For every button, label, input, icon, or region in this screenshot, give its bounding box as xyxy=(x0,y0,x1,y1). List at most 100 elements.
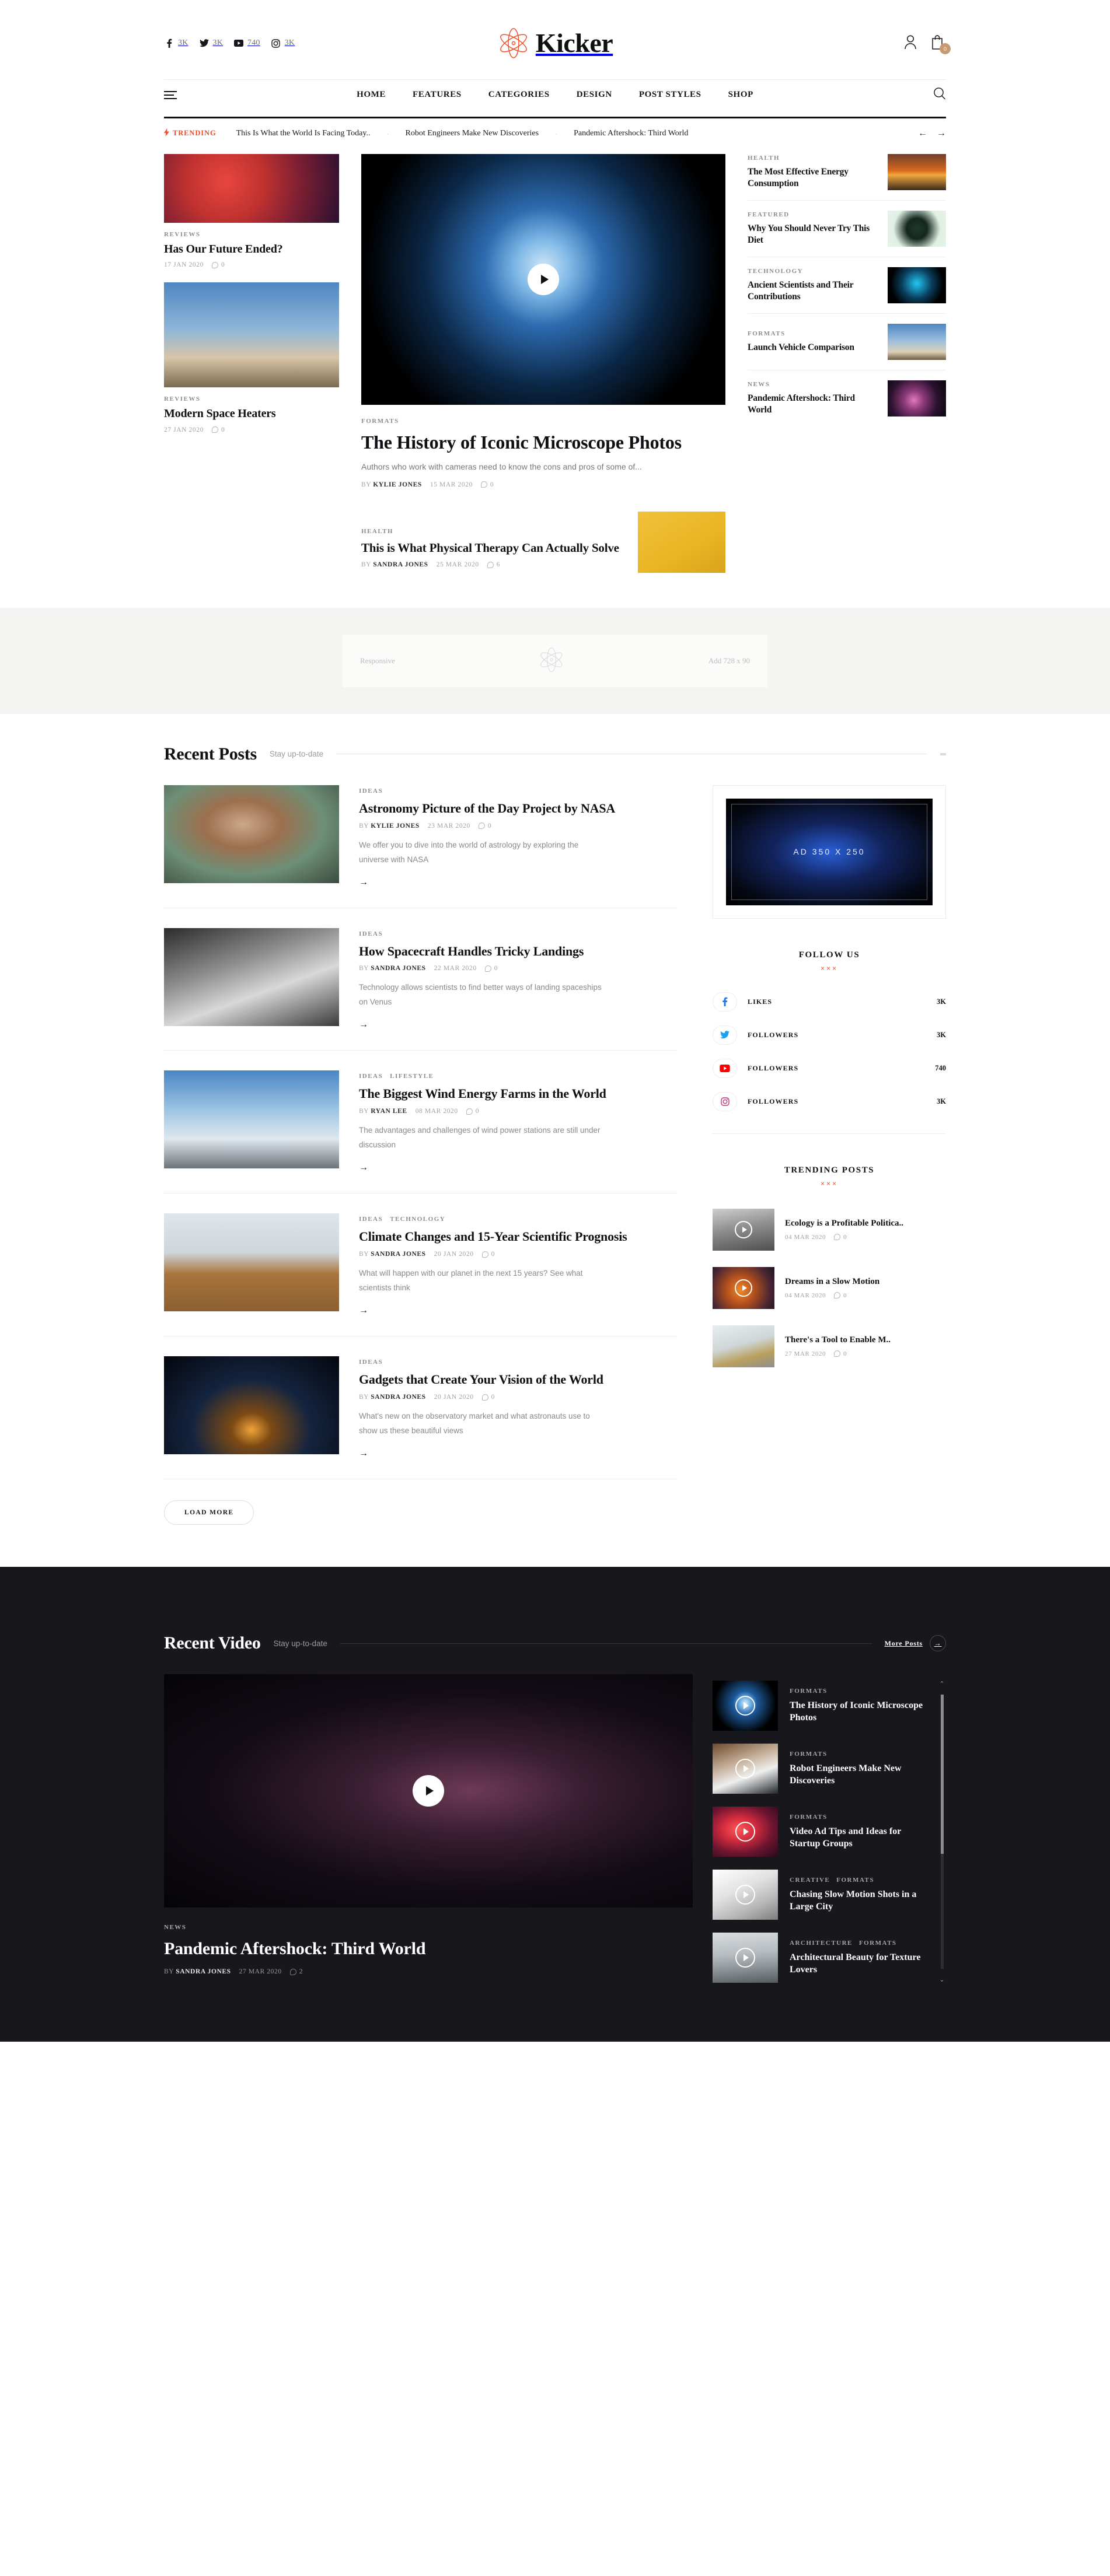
list-item[interactable]: CREATIVE FORMATS Chasing Slow Motion Shot… xyxy=(713,1863,933,1926)
category-label[interactable]: REVIEWS xyxy=(164,231,339,238)
nav-item-home[interactable]: HOME xyxy=(357,90,386,100)
category-label[interactable]: NEWS xyxy=(748,381,878,388)
social-youtube[interactable]: 740 xyxy=(233,38,260,48)
featured-video-card[interactable]: NEWS Pandemic Aftershock: Third World BY… xyxy=(164,1674,693,1989)
category-label[interactable]: HEALTH xyxy=(361,528,622,535)
category-label[interactable]: IDEAS TECHNOLOGY xyxy=(359,1216,676,1223)
article-title[interactable]: Gadgets that Create Your Vision of the W… xyxy=(359,1372,676,1387)
category-label[interactable]: FEATURED xyxy=(748,211,878,218)
ad-banner[interactable]: Responsive Add 728 x 90 xyxy=(343,634,767,687)
playlist-scrollbar[interactable]: ⌃ ⌄ xyxy=(938,1680,946,1983)
list-item[interactable]: ARCHITECTURE FORMATS Architectural Beauty… xyxy=(713,1926,933,1989)
article-title[interactable]: Video Ad Tips and Ideas for Startup Grou… xyxy=(790,1826,933,1850)
list-item[interactable]: There's a Tool to Enable M.. 27 MAR 2020… xyxy=(713,1317,946,1376)
article-title[interactable]: How Spacecraft Handles Tricky Landings xyxy=(359,944,676,959)
play-icon[interactable] xyxy=(528,263,559,295)
category-label[interactable]: REVIEWS xyxy=(164,396,339,402)
hero-right-card[interactable]: NEWS Pandemic Aftershock: Third World xyxy=(748,370,946,426)
article-title[interactable]: The Most Effective Energy Consumption xyxy=(748,166,878,190)
category-label[interactable]: IDEAS xyxy=(359,788,676,794)
category-label[interactable]: HEALTH xyxy=(748,155,878,162)
sidebar-ad[interactable]: AD 350 X 250 xyxy=(713,785,946,919)
list-item[interactable]: FORMATS Robot Engineers Make New Discove… xyxy=(713,1737,933,1800)
hero-right-card[interactable]: FEATURED Why You Should Never Try This D… xyxy=(748,201,946,257)
chevron-up-icon[interactable]: ⌃ xyxy=(939,1680,944,1688)
category-label[interactable]: FORMATS xyxy=(790,1751,933,1758)
play-icon[interactable] xyxy=(735,1885,755,1905)
article-title[interactable]: Climate Changes and 15-Year Scientific P… xyxy=(359,1229,676,1244)
article-title[interactable]: Modern Space Heaters xyxy=(164,407,339,421)
follow-row-twitter[interactable]: FOLLOWERS 3K xyxy=(713,1019,946,1052)
article-title[interactable]: Has Our Future Ended? xyxy=(164,243,339,257)
category-label[interactable]: CREATIVE FORMATS xyxy=(790,1877,933,1884)
list-item[interactable]: FORMATS The History of Iconic Microscope… xyxy=(713,1674,933,1737)
play-icon[interactable] xyxy=(735,1279,752,1297)
hero-right-card[interactable]: HEALTH The Most Effective Energy Consump… xyxy=(748,153,946,201)
list-item[interactable]: Dreams in a Slow Motion 04 MAR 2020 0 xyxy=(713,1259,946,1317)
category-label[interactable]: IDEAS LIFESTYLE xyxy=(359,1073,676,1080)
category-label[interactable]: FORMATS xyxy=(790,1688,933,1695)
trending-item-3[interactable]: Pandemic Aftershock: Third World xyxy=(574,129,688,138)
follow-row-instagram[interactable]: FOLLOWERS 3K xyxy=(713,1085,946,1118)
hero-sub-card[interactable]: HEALTH This is What Physical Therapy Can… xyxy=(361,511,725,573)
arrow-right-icon[interactable]: → xyxy=(359,1306,368,1316)
nav-item-categories[interactable]: CATEGORIES xyxy=(488,90,550,100)
article-title[interactable]: Astronomy Picture of the Day Project by … xyxy=(359,801,676,816)
arrow-right-icon[interactable]: → xyxy=(359,877,368,888)
play-icon[interactable] xyxy=(735,1948,755,1968)
category-label[interactable]: NEWS xyxy=(164,1924,693,1931)
category-label[interactable]: IDEAS xyxy=(359,930,676,937)
cart-icon[interactable]: 0 xyxy=(931,34,951,54)
hamburger-icon[interactable] xyxy=(164,89,177,102)
nav-item-features[interactable]: FEATURES xyxy=(413,90,462,100)
site-logo[interactable]: Kicker xyxy=(497,27,613,60)
nav-item-design[interactable]: DESIGN xyxy=(577,90,612,100)
list-item[interactable]: IDEAS How Spacecraft Handles Tricky Land… xyxy=(164,908,676,1051)
category-label[interactable]: TECHNOLOGY xyxy=(748,268,878,275)
arrow-right-icon[interactable]: → xyxy=(359,1448,368,1459)
hero-right-card[interactable]: FORMATS Launch Vehicle Comparison xyxy=(748,314,946,370)
social-facebook[interactable]: 3K xyxy=(164,38,189,48)
article-title[interactable]: Why You Should Never Try This Diet xyxy=(748,223,878,246)
article-title[interactable]: Dreams in a Slow Motion xyxy=(785,1277,946,1287)
chevron-down-icon[interactable]: ⌄ xyxy=(939,1976,944,1983)
list-item[interactable]: IDEAS TECHNOLOGY Climate Changes and 15-Y… xyxy=(164,1194,676,1337)
article-title[interactable]: Architectural Beauty for Texture Lovers xyxy=(790,1952,933,1976)
article-title[interactable]: Pandemic Aftershock: Third World xyxy=(748,393,878,416)
search-icon[interactable] xyxy=(933,87,946,103)
article-title[interactable]: Ancient Scientists and Their Contributio… xyxy=(748,279,878,303)
list-item[interactable]: IDEAS Gadgets that Create Your Vision of… xyxy=(164,1336,676,1480)
user-icon[interactable] xyxy=(904,34,919,52)
article-title[interactable]: Pandemic Aftershock: Third World xyxy=(164,1939,693,1959)
list-item[interactable]: FORMATS Video Ad Tips and Ideas for Star… xyxy=(713,1800,933,1863)
scrollbar-thumb[interactable] xyxy=(940,1695,944,1854)
list-item[interactable]: IDEAS LIFESTYLE The Biggest Wind Energy F… xyxy=(164,1051,676,1194)
social-twitter[interactable]: 3K xyxy=(199,38,224,48)
article-title[interactable]: Chasing Slow Motion Shots in a Large Cit… xyxy=(790,1889,933,1913)
load-more-button[interactable]: LOAD MORE xyxy=(164,1500,254,1525)
scrollbar-track[interactable] xyxy=(940,1695,944,1969)
article-title[interactable]: The History of Iconic Microscope Photos xyxy=(361,432,725,454)
category-label[interactable]: ARCHITECTURE FORMATS xyxy=(790,1940,933,1947)
featured-video[interactable] xyxy=(361,153,725,405)
article-title[interactable]: The Biggest Wind Energy Farms in the Wor… xyxy=(359,1086,676,1101)
arrow-right-icon[interactable]: → xyxy=(359,1020,368,1030)
hero-right-card[interactable]: TECHNOLOGY Ancient Scientists and Their … xyxy=(748,257,946,314)
arrow-left-icon[interactable]: ← xyxy=(918,128,927,139)
nav-item-post-styles[interactable]: POST STYLES xyxy=(639,90,701,100)
play-icon[interactable] xyxy=(735,1822,755,1842)
social-instagram[interactable]: 3K xyxy=(271,38,295,48)
category-label[interactable]: FORMATS xyxy=(748,330,878,337)
trending-item-2[interactable]: Robot Engineers Make New Discoveries xyxy=(405,129,539,138)
list-item[interactable]: Ecology is a Profitable Politica.. 04 MA… xyxy=(713,1200,946,1259)
video-player[interactable] xyxy=(164,1674,693,1908)
hero-left-card[interactable]: REVIEWS Modern Space Heaters 27 JAN 2020… xyxy=(164,282,339,433)
category-label[interactable]: IDEAS xyxy=(359,1359,676,1366)
article-title[interactable]: Ecology is a Profitable Politica.. xyxy=(785,1219,946,1228)
list-item[interactable]: IDEAS Astronomy Picture of the Day Proje… xyxy=(164,785,676,908)
more-posts-button[interactable]: More Posts → xyxy=(885,1635,946,1652)
nav-item-shop[interactable]: SHOP xyxy=(728,90,753,100)
arrow-right-icon[interactable]: → xyxy=(359,1163,368,1173)
play-icon[interactable] xyxy=(735,1759,755,1779)
play-icon[interactable] xyxy=(413,1775,444,1807)
